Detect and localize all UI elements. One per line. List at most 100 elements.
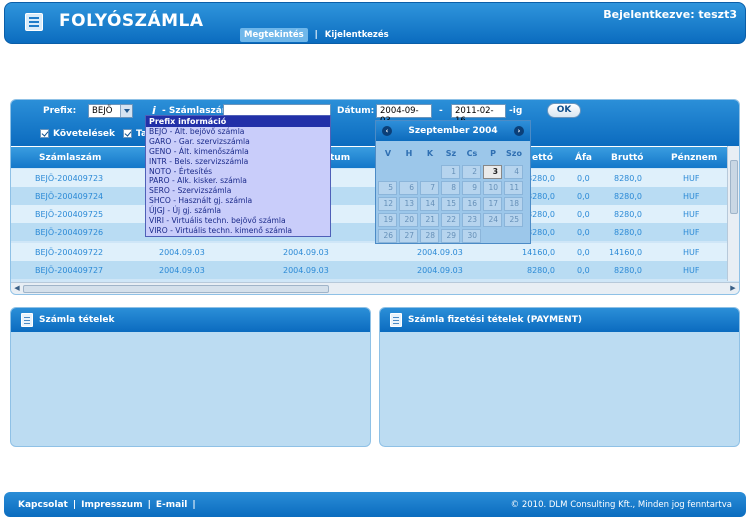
col-currency[interactable]: Pénznem [671, 153, 717, 163]
calendar-day[interactable]: 7 [420, 181, 439, 195]
prefix-item[interactable]: GENO - Ált. kimenőszámla [146, 147, 330, 157]
weekday-label: H [405, 149, 413, 158]
vertical-scroll-thumb[interactable] [730, 160, 738, 214]
prefix-item[interactable]: INTR - Bels. szervizszámla [146, 157, 330, 167]
calendar-month-title: Szeptember 2004 [408, 126, 498, 136]
calendar-day[interactable]: 29 [441, 229, 460, 243]
calendar-day[interactable]: 21 [420, 213, 439, 227]
prev-month-icon[interactable]: ‹ [382, 126, 392, 136]
cell-net: 8280,0 [527, 174, 555, 183]
prefix-item[interactable]: SHCO - Használt gj. számla [146, 196, 330, 206]
calendar-day[interactable]: 18 [504, 197, 523, 211]
prefix-item[interactable]: VIRO - Virtuális techn. kimenő számla [146, 226, 330, 236]
calendar-day[interactable]: 23 [462, 213, 481, 227]
cell-account: BEJÖ-200409725 [35, 210, 104, 219]
nav-logout[interactable]: Kijelentkezés [325, 30, 389, 40]
calendar-header: ‹ Szeptember 2004 › [376, 121, 530, 141]
col-gross[interactable]: Bruttó [611, 153, 644, 163]
col-net[interactable]: ettó [532, 153, 553, 163]
vertical-scrollbar[interactable] [727, 146, 739, 281]
table-row[interactable]: BEJÖ-200409722 2004.09.03 2004.09.03 200… [11, 243, 727, 261]
receivables-label: Követelések [53, 129, 116, 139]
horizontal-scroll-thumb[interactable] [23, 285, 329, 293]
cell-currency: HUF [683, 192, 700, 201]
calendar-day[interactable]: 1 [441, 165, 460, 179]
calendar-day[interactable]: 3 [483, 165, 502, 179]
calendar-day[interactable]: 10 [483, 181, 502, 195]
calendar-day[interactable]: 30 [462, 229, 481, 243]
prefix-item[interactable]: PARO - Alk. kisker. számla [146, 176, 330, 186]
chevron-down-icon[interactable] [120, 105, 132, 117]
cell-date-3: 2004.09.03 [417, 266, 463, 275]
col-date[interactable]: tum [330, 153, 350, 163]
footer-link-contact[interactable]: Kapcsolat [18, 500, 68, 510]
calendar-day[interactable]: 28 [420, 229, 439, 243]
scroll-left-icon[interactable]: ◀ [11, 283, 23, 294]
prefix-item[interactable]: SERO - Szervizszámla [146, 186, 330, 196]
cell-currency: HUF [683, 266, 700, 275]
calendar-day[interactable]: 14 [420, 197, 439, 211]
nav-separator: | [314, 30, 318, 40]
weekday-label: V [384, 149, 392, 158]
next-month-icon[interactable]: › [514, 126, 524, 136]
horizontal-scrollbar[interactable]: ◀ ▶ [11, 282, 739, 294]
calendar-day[interactable]: 16 [462, 197, 481, 211]
prefix-item[interactable]: NOTO - Értesítés [146, 167, 330, 177]
prefix-item[interactable]: VIRI - Virtuális techn. bejövő számla [146, 216, 330, 226]
cell-vat: 0,0 [577, 266, 590, 275]
calendar-day[interactable]: 12 [378, 197, 397, 211]
payment-items-panel: Számla fizetési tételek (PAYMENT) [379, 307, 740, 447]
ok-button[interactable]: OK [547, 103, 581, 118]
calendar-day[interactable]: 19 [378, 213, 397, 227]
document-icon [21, 313, 33, 327]
footer-link-imprint[interactable]: Impresszum [81, 500, 142, 510]
calendar-day[interactable]: 17 [483, 197, 502, 211]
date-suffix: -ig [509, 106, 523, 116]
calendar-day[interactable]: 26 [378, 229, 397, 243]
prefix-select[interactable]: BEJÖ [88, 104, 133, 118]
table-row[interactable]: BEJÖ-200409727 2004.09.03 2004.09.03 200… [11, 261, 727, 279]
table-row[interactable]: BEJÖ-200409724 8280,0 0,0 8280,0 HUF [11, 187, 727, 205]
cell-currency: HUF [683, 210, 700, 219]
calendar-day[interactable]: 8 [441, 181, 460, 195]
second-checkbox[interactable] [123, 129, 132, 138]
date-dash: - [439, 106, 443, 116]
calendar-day[interactable]: 11 [504, 181, 523, 195]
col-account[interactable]: Számlaszám [39, 153, 101, 163]
copyright: © 2010. DLM Consulting Kft., Minden jog … [510, 500, 732, 510]
prefix-item[interactable]: GARO - Gar. szervizszámla [146, 137, 330, 147]
calendar-day[interactable]: 4 [504, 165, 523, 179]
calendar-day[interactable]: 15 [441, 197, 460, 211]
cell-date-1: 2004.09.03 [159, 266, 205, 275]
calendar-day[interactable]: 27 [399, 229, 418, 243]
date-to-input[interactable]: 2011-02-16 [451, 104, 506, 126]
calendar-day[interactable]: 6 [399, 181, 418, 195]
document-icon [390, 313, 402, 327]
cell-currency: HUF [683, 228, 700, 237]
scroll-right-icon[interactable]: ▶ [727, 283, 739, 294]
table-row[interactable]: BEJÖ-200409726 8280,0 0,0 8280,0 HUF [11, 223, 727, 241]
receivables-checkbox[interactable] [40, 129, 49, 138]
footer-separator: | [72, 500, 77, 510]
prefix-popup-title: Prefix információ [146, 116, 330, 127]
calendar-day[interactable]: 9 [462, 181, 481, 195]
calendar-day[interactable]: 5 [378, 181, 397, 195]
date-from-input[interactable]: 2004-09-03 [376, 104, 432, 126]
col-vat[interactable]: Áfa [575, 153, 592, 163]
table-row[interactable]: BEJÖ-200409723 8280,0 0,0 8280,0 HUF [11, 169, 727, 187]
cell-date-1: 2004.09.03 [159, 248, 205, 257]
cell-account: BEJÖ-200409726 [35, 228, 104, 237]
prefix-item[interactable]: ÚJGJ - Új gj. számla [146, 206, 330, 216]
footer-link-email[interactable]: E-mail [156, 500, 188, 510]
calendar-day[interactable]: 24 [483, 213, 502, 227]
calendar-day[interactable]: 2 [462, 165, 481, 179]
calendar-day[interactable]: 13 [399, 197, 418, 211]
calendar-day[interactable]: 25 [504, 213, 523, 227]
nav-view[interactable]: Megtekintés [240, 28, 308, 42]
table-row[interactable]: BEJÖ-200409725 8280,0 0,0 8280,0 HUF [11, 205, 727, 223]
calendar-day[interactable]: 22 [441, 213, 460, 227]
prefix-item[interactable]: BEJÖ - Ált. bejövő számla [146, 127, 330, 137]
cell-gross: 8280,0 [614, 266, 642, 275]
footer-separator: | [147, 500, 151, 510]
calendar-day[interactable]: 20 [399, 213, 418, 227]
